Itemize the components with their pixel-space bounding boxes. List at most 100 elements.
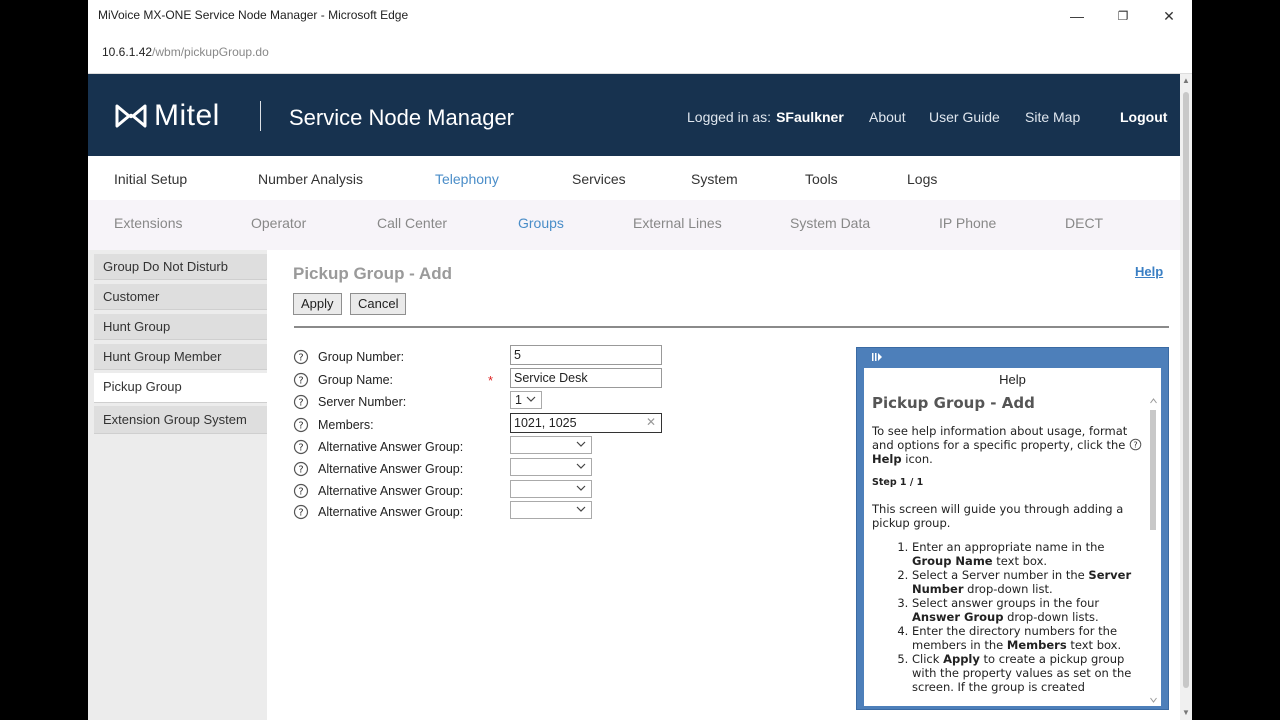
user-guide-link[interactable]: User Guide (929, 109, 1000, 125)
address-bar[interactable]: 10.6.1.42/wbm/pickupGroup.do (88, 32, 1192, 74)
menu-system[interactable]: System (691, 171, 738, 187)
sidebar-item-extension-group-system[interactable]: Extension Group System (94, 406, 267, 434)
sidebar-item-customer[interactable]: Customer (94, 284, 267, 310)
help-panel-content: Pickup Group - Add To see help informati… (872, 396, 1146, 706)
help-step: Select answer groups in the four Answer … (912, 596, 1146, 624)
scroll-down-icon[interactable]: ▼ (1182, 708, 1190, 718)
group-name-input[interactable]: Service Desk (510, 368, 662, 388)
alt-answer-group-select[interactable] (510, 436, 592, 454)
menu-telephony[interactable]: Telephony (435, 171, 499, 187)
sidebar-item-group-do-not-disturb[interactable]: Group Do Not Disturb (94, 254, 267, 280)
submenu-ip-phone[interactable]: IP Phone (939, 215, 996, 231)
product-name: Service Node Manager (289, 105, 515, 130)
required-marker: * (488, 373, 494, 388)
menu-logs[interactable]: Logs (907, 171, 937, 187)
scroll-down-icon[interactable] (1150, 697, 1157, 703)
sidebar-item-pickup-group[interactable]: Pickup Group (94, 373, 267, 403)
help-step: Enter the directory numbers for the memb… (912, 624, 1146, 652)
submenu-external-lines[interactable]: External Lines (633, 215, 722, 231)
help-intro-text: To see help information about usage, for… (872, 424, 1128, 452)
chevron-down-icon (576, 463, 586, 469)
alt-answer-group-select[interactable] (510, 501, 592, 519)
help-icon[interactable]: ? (293, 461, 309, 477)
logout-link[interactable]: Logout (1120, 109, 1167, 125)
submenu-call-center[interactable]: Call Center (377, 215, 447, 231)
help-step-indicator: Step 1 / 1 (872, 477, 924, 488)
site-map-link[interactable]: Site Map (1025, 109, 1080, 125)
help-intro-icon-label: Help (872, 452, 902, 466)
help-scrollbar[interactable] (1148, 398, 1158, 703)
members-input[interactable]: 1021, 1025 ✕ (510, 413, 662, 433)
alt-answer-group-select[interactable] (510, 480, 592, 498)
submenu-system-data[interactable]: System Data (790, 215, 870, 231)
alt-answer-group-label: Alternative Answer Group: (318, 484, 464, 498)
scroll-up-icon[interactable] (1150, 398, 1157, 404)
help-icon[interactable]: ? (293, 417, 309, 433)
help-step: Click Apply to create a pickup group wit… (912, 652, 1146, 694)
main-content: Pickup Group - Add Help Apply Cancel ? G… (267, 250, 1180, 720)
header-divider (260, 101, 261, 131)
cancel-button[interactable]: Cancel (350, 293, 407, 315)
menu-number-analysis[interactable]: Number Analysis (258, 171, 363, 187)
server-number-select[interactable]: 1 (510, 391, 542, 409)
alt-answer-group-label: Alternative Answer Group: (318, 505, 464, 519)
group-number-input[interactable]: 5 (510, 345, 662, 365)
svg-text:?: ? (298, 376, 303, 387)
help-icon[interactable]: ? (293, 372, 309, 388)
scroll-up-icon[interactable]: ▲ (1182, 76, 1190, 86)
svg-text:?: ? (298, 353, 303, 364)
svg-text:?: ? (298, 508, 303, 519)
logged-in-label: Logged in as: (687, 109, 772, 125)
chevron-down-icon (576, 441, 586, 447)
restore-button[interactable]: ❐ (1100, 4, 1146, 28)
menu-initial-setup[interactable]: Initial Setup (114, 171, 187, 187)
url-text[interactable]: 10.6.1.42/wbm/pickupGroup.do (102, 45, 269, 59)
submenu-dect[interactable]: DECT (1065, 215, 1103, 231)
sidebar-item-hunt-group[interactable]: Hunt Group (94, 314, 267, 340)
menu-tools[interactable]: Tools (805, 171, 838, 187)
help-icon[interactable]: ? (293, 439, 309, 455)
sidebar-item-hunt-group-member[interactable]: Hunt Group Member (94, 344, 267, 370)
help-step: Select a Server number in the Server Num… (912, 568, 1146, 596)
apply-button[interactable]: Apply (293, 293, 342, 315)
help-icon[interactable]: ? (293, 394, 309, 410)
group-name-label: Group Name: (318, 373, 394, 387)
submenu-operator[interactable]: Operator (251, 215, 306, 231)
scrollbar-thumb[interactable] (1183, 92, 1189, 688)
url-host: 10.6.1.42 (102, 45, 153, 59)
chevron-down-icon (576, 506, 586, 512)
about-link[interactable]: About (869, 109, 906, 125)
help-panel-body: Help Pickup Group - Add To see help info… (864, 368, 1161, 706)
help-icon[interactable]: ? (293, 483, 309, 499)
window-title: MiVoice MX-ONE Service Node Manager - Mi… (98, 8, 409, 22)
collapse-panel-icon[interactable] (871, 352, 883, 362)
svg-text:?: ? (298, 465, 303, 476)
clear-icon[interactable]: ✕ (646, 415, 656, 429)
help-icon[interactable]: ? (293, 349, 309, 365)
help-panel: Help Pickup Group - Add To see help info… (856, 347, 1169, 710)
submenu-extensions[interactable]: Extensions (114, 215, 182, 231)
help-panel-header: Help (999, 372, 1026, 387)
help-steps-list: Enter an appropriate name in the Group N… (912, 540, 1146, 694)
help-scrollbar-thumb[interactable] (1150, 410, 1156, 530)
help-link[interactable]: Help (1135, 264, 1163, 279)
svg-text:?: ? (298, 443, 303, 454)
members-label: Members: (318, 418, 374, 432)
alt-answer-group-label: Alternative Answer Group: (318, 440, 464, 454)
sidebar: Group Do Not Disturb Customer Hunt Group… (88, 250, 267, 720)
page-scrollbar[interactable]: ▲ ▼ (1180, 74, 1192, 720)
alt-answer-group-select[interactable] (510, 458, 592, 476)
svg-text:?: ? (298, 398, 303, 409)
brand-name: Mitel (154, 99, 220, 132)
close-button[interactable]: ✕ (1146, 4, 1192, 28)
chevron-down-icon (526, 396, 536, 402)
help-icon[interactable]: ? (293, 504, 309, 520)
mitel-logo[interactable]: Mitel (114, 99, 220, 132)
submenu-groups[interactable]: Groups (518, 215, 564, 231)
menu-services[interactable]: Services (572, 171, 626, 187)
help-guide-text: This screen will guide you through addin… (872, 502, 1124, 530)
url-path: /wbm/pickupGroup.do (152, 45, 269, 59)
minimize-button[interactable]: — (1054, 4, 1100, 28)
browser-window: MiVoice MX-ONE Service Node Manager - Mi… (88, 0, 1192, 720)
title-divider (294, 326, 1169, 328)
